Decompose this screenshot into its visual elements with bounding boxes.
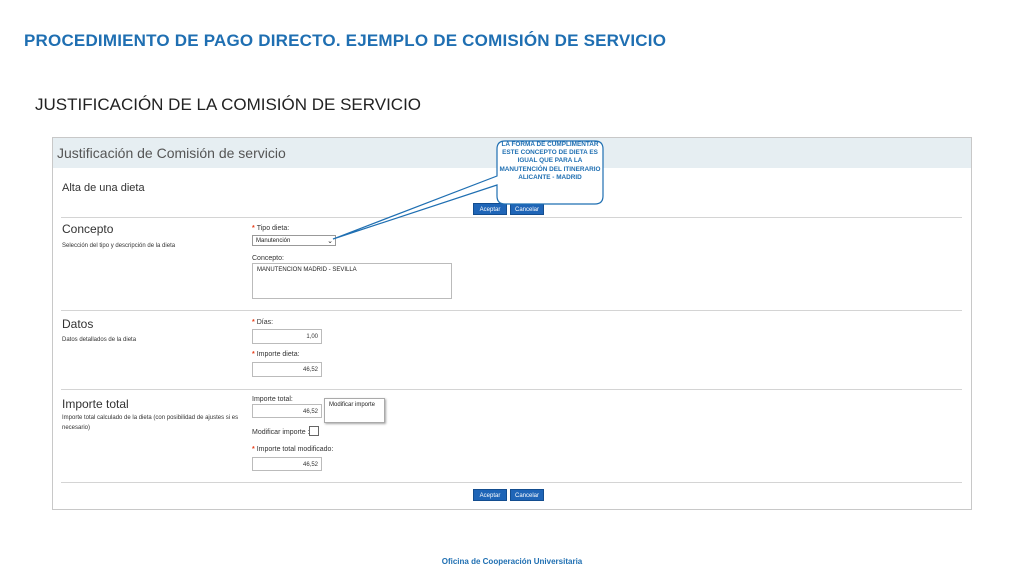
footer: Oficina de Cooperación Universitaria <box>441 557 583 566</box>
callout-balloon <box>332 140 604 240</box>
callout-text: LA FORMA DE CUMPLIMENTAR ESTE CONCEPTO D… <box>499 141 601 181</box>
